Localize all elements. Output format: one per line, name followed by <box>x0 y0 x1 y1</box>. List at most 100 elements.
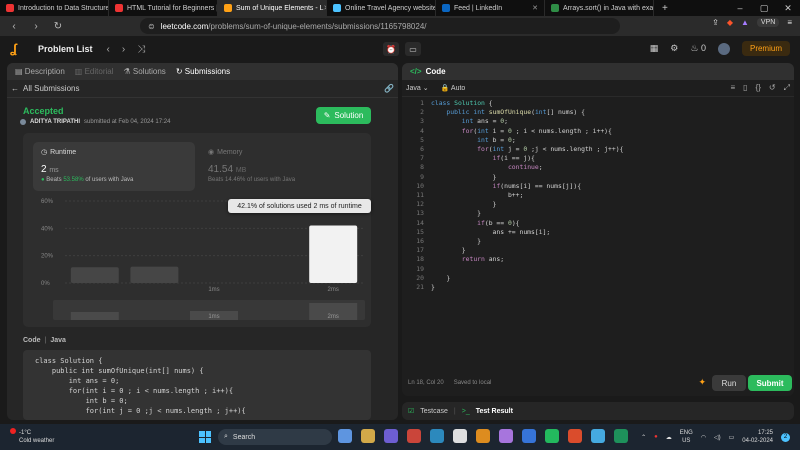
bookmark-icon[interactable]: ▯ <box>743 83 747 93</box>
taskbar-app-icon[interactable] <box>545 429 559 443</box>
battery-icon[interactable]: ▭ <box>729 434 735 441</box>
streak-counter[interactable]: ♨ 0 <box>690 43 706 54</box>
settings-gear-icon[interactable]: ⚙ <box>670 43 678 54</box>
weather-widget[interactable]: -1°C Cold weather <box>10 428 54 445</box>
avatar[interactable] <box>717 42 730 55</box>
chart-bar[interactable] <box>309 225 358 283</box>
windows-taskbar: -1°C Cold weather ⌕ Search ⌃ ● ☁ ENG US ◠… <box>0 424 800 450</box>
taskbar-app-icon[interactable] <box>614 429 628 443</box>
wifi-icon[interactable]: ◠ <box>701 434 706 441</box>
runtime-distribution-chart: 0% 20% 40% 60% 1ms 2ms 1ms 2ms <box>41 199 365 320</box>
code-section-label: Code | Java <box>23 337 66 344</box>
tab-description[interactable]: ▤ Description <box>15 67 65 76</box>
notes-icon[interactable]: ▭ <box>405 42 421 56</box>
timer-icon[interactable]: ⏰ <box>383 42 399 56</box>
runtime-label: Runtime <box>50 148 77 156</box>
solution-button[interactable]: ✎ Solution <box>316 107 371 124</box>
chevron-up-icon[interactable]: ⌃ <box>641 434 646 441</box>
browser-tab[interactable]: Feed | LinkedIn ✕ <box>436 0 545 16</box>
memory-unit: MB <box>235 167 247 174</box>
language-select[interactable]: Java ⌄ <box>406 84 429 92</box>
problem-list-link[interactable]: Problem List <box>38 44 93 54</box>
memory-card[interactable]: ◉ Memory 41.54 MB Beats 14.46% of users w… <box>200 142 362 191</box>
fullscreen-icon[interactable]: ⤢ <box>784 83 790 93</box>
site-info-icon[interactable]: ⊜ <box>148 22 155 31</box>
browser-tab[interactable]: Arrays.sort() in Java with examp✕ <box>545 0 654 16</box>
cloud-icon[interactable]: ☁ <box>666 434 672 441</box>
back-arrow-icon[interactable]: ← <box>11 84 19 93</box>
brave-shield-icon[interactable]: ◆ <box>727 18 733 27</box>
code-editor[interactable]: 1 2 3 4 5 6 7 8 9 10 11 12 13 14 15 16 1… <box>402 99 794 299</box>
taskbar-app-icon[interactable] <box>407 429 421 443</box>
taskbar-app-icon[interactable] <box>430 429 444 443</box>
taskbar-app-icon[interactable] <box>384 429 398 443</box>
minimize-icon[interactable]: – <box>728 0 752 16</box>
taskbar-app-icon[interactable] <box>453 429 467 443</box>
runtime-card[interactable]: ◷ Runtime 2 ms ● Beats 53.58% of users wi… <box>33 142 195 191</box>
link-icon[interactable]: 🔗 <box>384 84 394 93</box>
language-indicator[interactable]: ENG US <box>680 429 693 445</box>
run-button[interactable]: Run <box>712 375 746 391</box>
chart-bar[interactable] <box>130 266 179 283</box>
rewards-icon[interactable]: ▲ <box>741 18 749 27</box>
notification-icon[interactable]: 2 <box>781 432 790 442</box>
taskbar-app-icon[interactable] <box>568 429 582 443</box>
browser-tab[interactable]: Online Travel Agency website | F✕ <box>327 0 436 16</box>
leetcode-logo-icon[interactable]: ʆ <box>10 42 24 56</box>
favicon-icon <box>442 4 450 12</box>
auto-mode-toggle[interactable]: 🔒 Auto <box>441 84 466 92</box>
close-tab-icon[interactable]: ✕ <box>532 4 538 12</box>
taskbar-app-icon[interactable] <box>476 429 490 443</box>
format-icon[interactable]: ≡ <box>730 83 735 93</box>
tab-test-result[interactable]: Test Result <box>476 408 513 415</box>
tab-testcase[interactable]: Testcase <box>420 408 448 415</box>
vpn-button[interactable]: VPN <box>756 18 780 27</box>
windows-start-icon[interactable] <box>199 431 211 443</box>
taskbar-app-icon[interactable] <box>591 429 605 443</box>
maximize-icon[interactable]: ▢ <box>752 0 776 16</box>
code-language: Java <box>50 337 66 344</box>
window-controls: – ▢ ✕ <box>728 0 800 16</box>
submit-button[interactable]: Submit <box>748 375 792 391</box>
chart-ytick-label: 40% <box>41 226 54 232</box>
memory-beats: Beats 14.46% of users with Java <box>208 177 296 183</box>
taskbar-app-icon[interactable] <box>338 429 352 443</box>
close-window-icon[interactable]: ✕ <box>776 0 800 16</box>
chart-ytick-label: 20% <box>41 254 54 260</box>
forward-icon[interactable]: › <box>30 21 42 32</box>
browser-tab-title: Sum of Unique Elements - L <box>236 4 324 12</box>
author-name[interactable]: ADITYA TRIPATHI <box>30 119 80 125</box>
all-submissions-link[interactable]: All Submissions <box>23 84 79 93</box>
taskbar-app-icon[interactable] <box>499 429 513 443</box>
shuffle-icon[interactable]: ⤨ <box>137 44 145 55</box>
taskbar-app-icon[interactable] <box>361 429 375 443</box>
browser-tab[interactable]: HTML Tutorial for Beginners | Co✕ <box>109 0 218 16</box>
back-icon[interactable]: ‹ <box>8 21 20 32</box>
tab-solutions[interactable]: ⚗ Solutions <box>123 67 165 76</box>
reload-icon[interactable]: ↻ <box>52 21 64 32</box>
code-source[interactable]: class Solution { public int sumOfUnique(… <box>431 99 623 292</box>
menu-icon[interactable]: ≡ <box>787 18 792 27</box>
chart-bar[interactable] <box>70 267 119 283</box>
reset-icon[interactable]: ↺ <box>769 83 776 93</box>
browser-tab[interactable]: Introduction to Data Structures a✕ <box>0 0 109 16</box>
next-problem-icon[interactable]: › <box>122 44 125 55</box>
taskbar-app-icon[interactable] <box>522 429 536 443</box>
braces-icon[interactable]: {} <box>756 83 761 93</box>
taskbar-search[interactable]: ⌕ Search <box>218 429 332 445</box>
weather-temp: -1°C <box>19 430 32 436</box>
new-tab-icon[interactable]: + <box>654 3 676 14</box>
tab-editorial[interactable]: ▥ Editorial <box>75 67 114 76</box>
volume-icon[interactable]: ◁) <box>714 434 721 441</box>
share-icon[interactable]: ⇪ <box>712 18 719 27</box>
prev-problem-icon[interactable]: ‹ <box>107 44 110 55</box>
url-field[interactable]: ⊜ leetcode.com/problems/sum-of-unique-el… <box>140 18 620 34</box>
browser-tab[interactable]: Sum of Unique Elements - L✕ <box>218 0 327 16</box>
clock[interactable]: 17:25 04-02-2024 <box>742 429 773 445</box>
tab-submissions[interactable]: ↻ Submissions <box>176 67 230 76</box>
premium-button[interactable]: Premium <box>741 41 790 56</box>
tray-app-icon[interactable]: ● <box>654 434 658 440</box>
streak-count: 0 <box>700 43 706 53</box>
code-panel-title: Code <box>425 67 446 76</box>
layout-icon[interactable]: ▦ <box>650 43 659 54</box>
